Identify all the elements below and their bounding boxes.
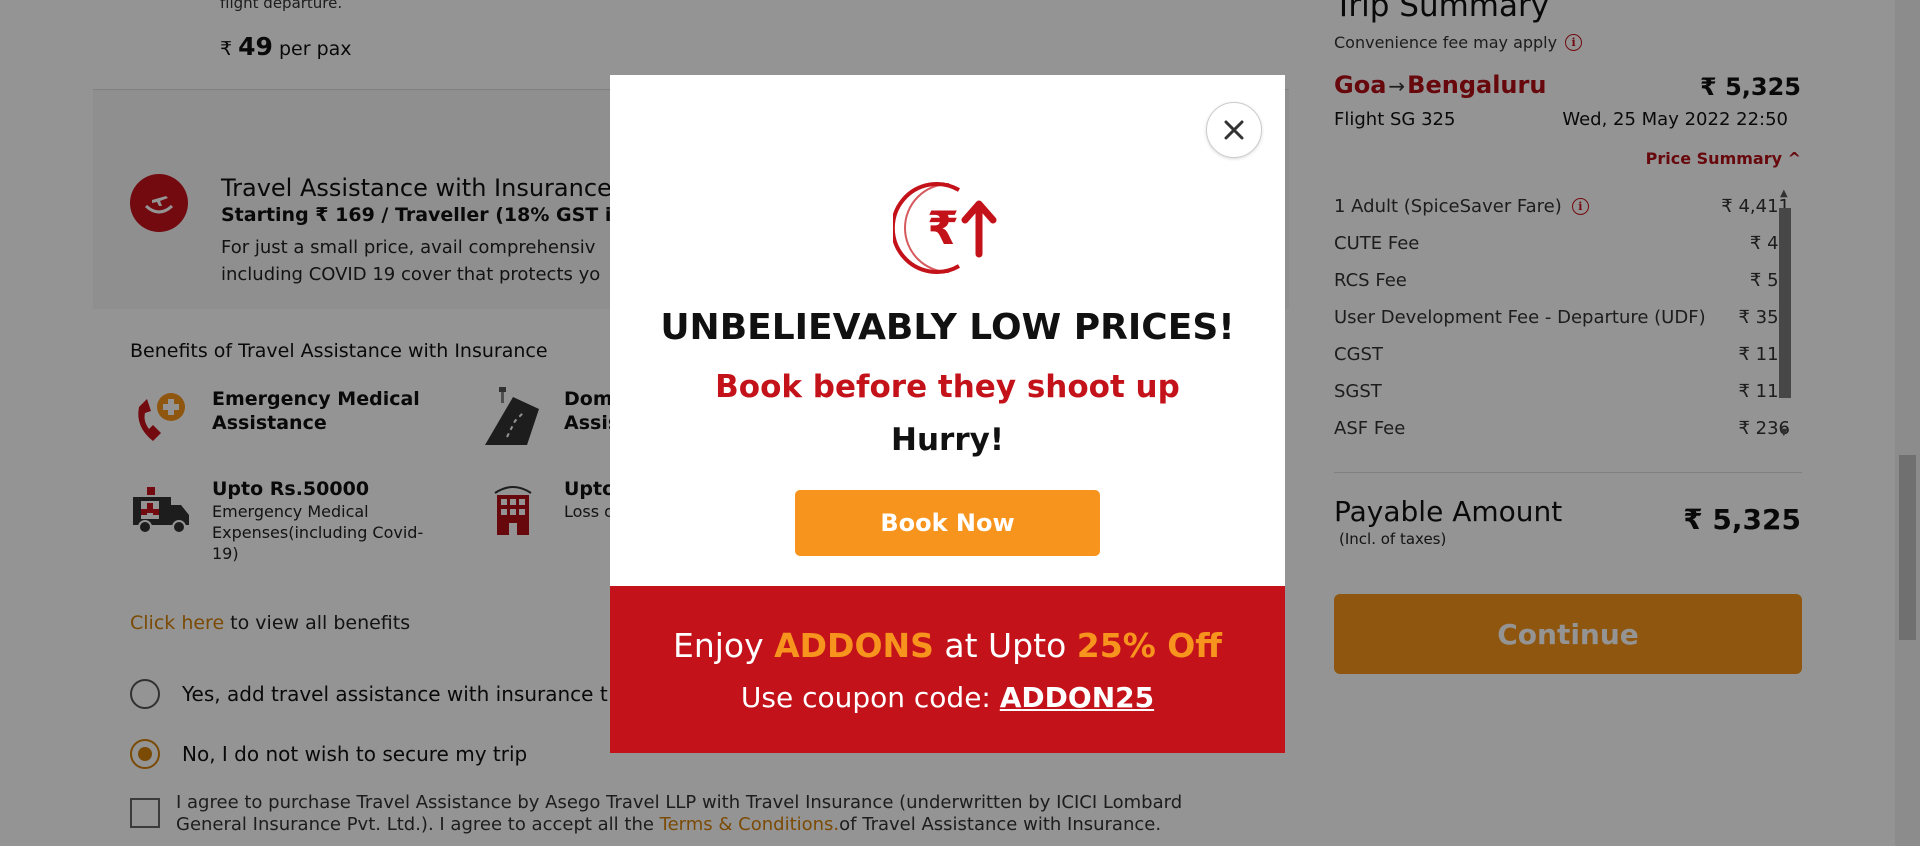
banner-offer-text: Enjoy ADDONS at Upto 25% Off <box>610 626 1285 665</box>
close-button[interactable] <box>1206 102 1262 158</box>
promo-hurry: Hurry! <box>891 422 1004 458</box>
coupon-banner: Enjoy ADDONS at Upto 25% Off Use coupon … <box>610 586 1285 753</box>
banner-enjoy: Enjoy <box>672 626 775 665</box>
promo-modal: ₹ UNBELIEVABLY LOW PRICES! Book before t… <box>610 75 1285 753</box>
svg-text:₹: ₹ <box>927 201 959 255</box>
banner-discount: 25% Off <box>1076 626 1223 665</box>
coupon-code[interactable]: ADDON25 <box>1000 681 1154 714</box>
banner-at-upto: at Upto <box>933 626 1077 665</box>
rupee-price-up-icon: ₹ <box>890 178 1007 278</box>
promo-subheadline: Book before they shoot up <box>715 369 1180 405</box>
banner-addons: ADDONS <box>774 626 934 665</box>
coupon-prefix: Use coupon code: <box>740 681 1000 714</box>
book-now-button[interactable]: Book Now <box>795 490 1100 556</box>
coupon-code-text: Use coupon code: ADDON25 <box>610 681 1285 714</box>
promo-headline: UNBELIEVABLY LOW PRICES! <box>660 307 1235 348</box>
close-icon <box>1224 120 1244 140</box>
